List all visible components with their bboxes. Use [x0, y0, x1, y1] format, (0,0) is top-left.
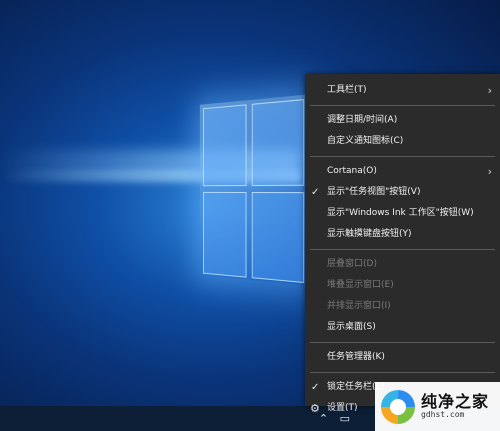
- menu-separator: [310, 342, 495, 343]
- menu-separator: [310, 105, 495, 106]
- watermark-url: gdhst.com: [421, 409, 465, 419]
- gear-icon: ⚙: [310, 402, 320, 415]
- menu-item: 堆叠显示窗口(E): [305, 275, 500, 296]
- menu-item: 并排显示窗口(I): [305, 296, 500, 317]
- window-pane: [251, 192, 305, 284]
- menu-item-label: 显示触摸键盘按钮(Y): [327, 229, 412, 239]
- menu-item[interactable]: 显示触摸键盘按钮(Y): [305, 224, 500, 245]
- menu-item-label: 堆叠显示窗口(E): [327, 280, 394, 290]
- menu-item[interactable]: 调整日期/时间(A): [305, 110, 500, 131]
- menu-item[interactable]: 自定义通知图标(C): [305, 131, 500, 152]
- watermark-logo-icon: [381, 389, 415, 424]
- menu-item-label: 设置(T): [327, 403, 358, 413]
- menu-item[interactable]: ✓ 显示"任务视图"按钮(V): [305, 182, 500, 203]
- window-pane: [203, 104, 247, 187]
- menu-separator: [310, 249, 495, 250]
- watermark: 纯净之家 gdhst.com: [375, 382, 500, 431]
- taskbar-context-menu[interactable]: 工具栏(T) › 调整日期/时间(A) 自定义通知图标(C) Cortana(O) › ✓ 显…: [305, 74, 500, 415]
- menu-item-label: 并排显示窗口(I): [327, 301, 391, 311]
- window-pane: [251, 99, 305, 186]
- menu-item-label: 自定义通知图标(C): [327, 136, 404, 146]
- menu-item-label: 显示"任务视图"按钮(V): [327, 187, 421, 197]
- menu-item[interactable]: 显示桌面(S): [305, 317, 500, 338]
- watermark-text: 纯净之家 gdhst.com: [421, 393, 489, 419]
- menu-item-label: 层叠窗口(D): [327, 259, 377, 269]
- menu-item[interactable]: 工具栏(T) ›: [305, 80, 500, 101]
- menu-item-label: Cortana(O): [327, 166, 377, 176]
- menu-item[interactable]: 显示"Windows Ink 工作区"按钮(W): [305, 203, 500, 224]
- menu-item-label: 显示"Windows Ink 工作区"按钮(W): [327, 208, 474, 218]
- menu-item-label: 显示桌面(S): [327, 322, 376, 332]
- windows-logo-window: [199, 94, 307, 286]
- menu-item: 层叠窗口(D): [305, 254, 500, 275]
- checkmark-icon: ✓: [311, 382, 320, 393]
- menu-separator: [310, 372, 495, 373]
- menu-item-label: 任务管理器(K): [327, 352, 385, 362]
- watermark-title: 纯净之家: [421, 392, 490, 412]
- menu-item[interactable]: Cortana(O) ›: [305, 161, 500, 182]
- menu-item[interactable]: 任务管理器(K): [305, 347, 500, 368]
- menu-item-label: 调整日期/时间(A): [327, 115, 398, 125]
- window-pane: [203, 191, 247, 278]
- chevron-right-icon: ›: [487, 84, 492, 97]
- menu-separator: [310, 156, 495, 157]
- chevron-right-icon: ›: [487, 165, 492, 178]
- checkmark-icon: ✓: [311, 187, 320, 198]
- menu-item-label: 工具栏(T): [327, 85, 367, 95]
